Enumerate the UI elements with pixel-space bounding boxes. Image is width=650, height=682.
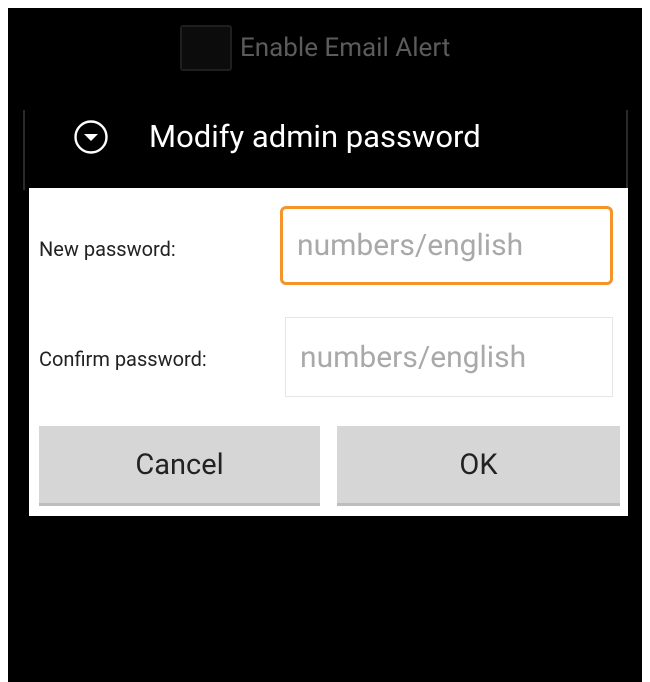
- email-alert-row: Enable Email Alert: [180, 23, 450, 73]
- cancel-button[interactable]: Cancel: [39, 426, 320, 506]
- dialog-header: Modify admin password: [23, 110, 628, 190]
- email-alert-checkbox: [180, 25, 232, 71]
- confirm-password-field[interactable]: [285, 317, 613, 397]
- dialog-button-bar: Cancel OK: [29, 420, 628, 516]
- email-alert-label: Enable Email Alert: [240, 33, 451, 63]
- app-screen: Enable Email Alert Modify admin password…: [8, 8, 642, 682]
- chevron-down-circle-icon: [74, 120, 108, 154]
- ok-button[interactable]: OK: [337, 426, 620, 506]
- confirm-password-label: Confirm password:: [39, 347, 207, 371]
- password-form: New password: Confirm password:: [29, 188, 628, 428]
- new-password-field[interactable]: [280, 206, 613, 285]
- new-password-label: New password:: [39, 237, 176, 261]
- dialog-title: Modify admin password: [149, 118, 481, 155]
